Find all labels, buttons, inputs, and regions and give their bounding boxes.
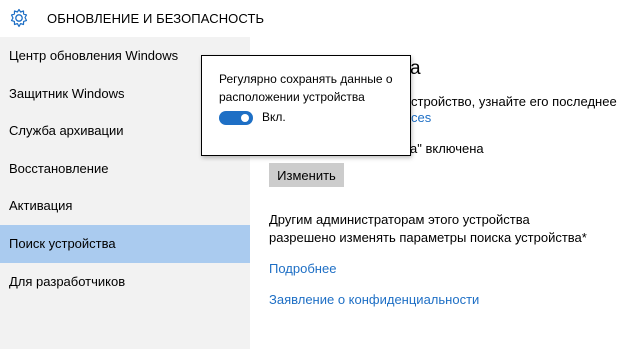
toggle-knob bbox=[241, 114, 249, 122]
learn-more-link[interactable]: Подробнее bbox=[269, 261, 336, 276]
sidebar-item-for-developers[interactable]: Для разработчиков bbox=[0, 263, 250, 301]
popup-description: Регулярно сохранять данные о расположени… bbox=[219, 72, 393, 104]
save-location-toggle[interactable] bbox=[219, 111, 253, 125]
description-line: стройство, узнайте его последнее изв... bbox=[411, 94, 620, 109]
header-bar: ОБНОВЛЕНИЕ И БЕЗОПАСНОСТЬ bbox=[0, 0, 620, 37]
status-text: а" включена bbox=[410, 141, 484, 156]
privacy-statement-link[interactable]: Заявление о конфиденциальности bbox=[269, 292, 479, 307]
toggle-state-label: Вкл. bbox=[262, 110, 286, 124]
gear-icon bbox=[10, 8, 28, 28]
sidebar-item-activation[interactable]: Активация bbox=[0, 187, 250, 225]
change-button[interactable]: Изменить bbox=[269, 163, 344, 187]
admin-info-text: Другим администраторам этого устройства … bbox=[269, 212, 587, 245]
page-title: ОБНОВЛЕНИЕ И БЕЗОПАСНОСТЬ bbox=[47, 11, 265, 26]
section-heading: а bbox=[410, 58, 421, 79]
devices-link[interactable]: ces bbox=[411, 110, 431, 125]
sidebar-item-find-my-device[interactable]: Поиск устройства bbox=[0, 225, 250, 263]
location-popup: Регулярно сохранять данные о расположени… bbox=[201, 55, 411, 156]
